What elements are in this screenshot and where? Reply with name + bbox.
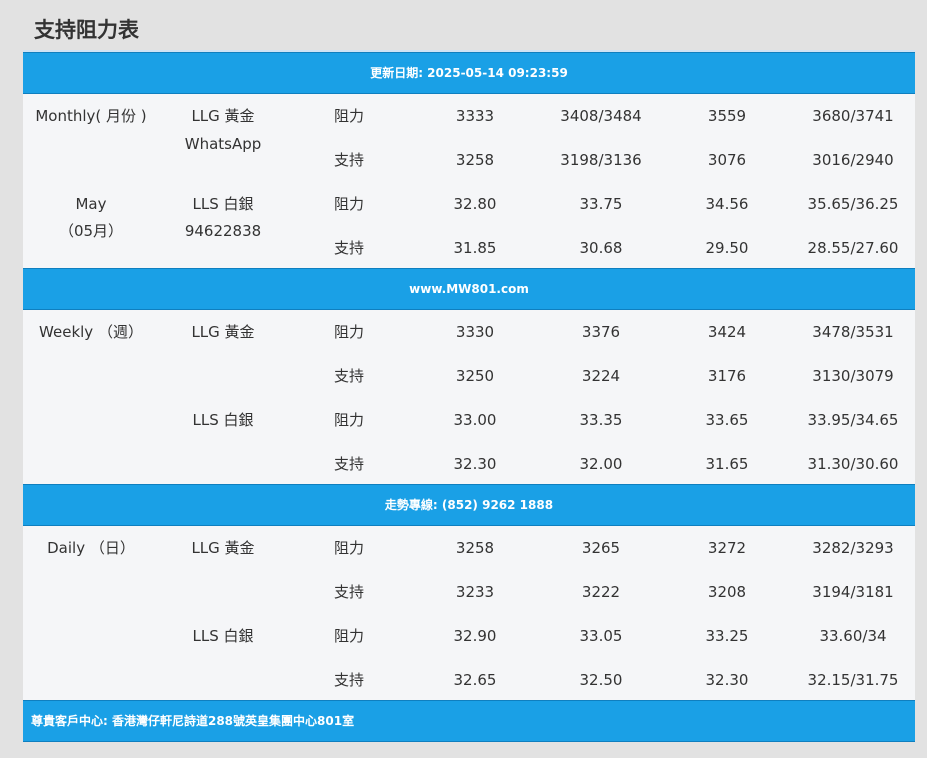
value-cell: 3282/3293 xyxy=(812,539,894,557)
value-cell: 34.56 xyxy=(705,195,749,213)
value-cell: 35.65/36.25 xyxy=(807,195,899,213)
support-resistance-table: 更新日期: 2025-05-14 09:23:59 Monthly( 月份 ) … xyxy=(23,50,915,742)
value-cell: 3408/3484 xyxy=(560,107,642,125)
value-cell: 32.90 xyxy=(453,627,497,645)
daily-section: Daily （日） LLG 黃金 LLS 白銀 阻力 3258 3265 3272 32… xyxy=(23,526,915,700)
silver-label: LLS 白銀 xyxy=(192,411,254,429)
value-cell: 3016/2940 xyxy=(812,151,894,169)
value-cell: 33.95/34.65 xyxy=(807,411,899,429)
value-cell: 30.68 xyxy=(579,239,623,257)
value-cell: 3233 xyxy=(455,583,495,601)
whatsapp-label: WhatsApp xyxy=(184,135,262,153)
page-title: 支持阻力表 xyxy=(34,18,139,42)
value-cell: 3222 xyxy=(581,583,621,601)
gold-label: LLG 黃金 xyxy=(191,107,255,125)
value-cell: 3559 xyxy=(707,107,747,125)
value-cell: 32.30 xyxy=(705,671,749,689)
value-cell: 3224 xyxy=(581,367,621,385)
website-bar: www.MW801.com xyxy=(23,268,915,310)
value-cell: 3130/3079 xyxy=(812,367,894,385)
row-type-label: 阻力 xyxy=(333,539,364,557)
value-cell: 3265 xyxy=(581,539,621,557)
row-type-label: 支持 xyxy=(333,367,364,385)
value-cell: 3258 xyxy=(455,539,495,557)
value-cell: 31.30/30.60 xyxy=(807,455,899,473)
value-cell: 32.00 xyxy=(579,455,623,473)
row-type-label: 阻力 xyxy=(333,627,364,645)
row-type-label: 支持 xyxy=(333,455,364,473)
value-cell: 32.65 xyxy=(453,671,497,689)
value-cell: 3250 xyxy=(455,367,495,385)
value-cell: 33.65 xyxy=(705,411,749,429)
value-cell: 29.50 xyxy=(705,239,749,257)
value-cell: 32.80 xyxy=(453,195,497,213)
value-cell: 3330 xyxy=(455,323,495,341)
gold-label: LLG 黃金 xyxy=(191,323,255,341)
row-type-label: 支持 xyxy=(333,239,364,257)
value-cell: 3272 xyxy=(707,539,747,557)
period-label: Daily （日） xyxy=(47,539,135,557)
row-type-label: 阻力 xyxy=(333,195,364,213)
value-cell: 33.05 xyxy=(579,627,623,645)
value-cell: 33.60/34 xyxy=(819,627,887,645)
row-type-label: 支持 xyxy=(333,151,364,169)
row-type-label: 阻力 xyxy=(333,411,364,429)
value-cell: 3208 xyxy=(707,583,747,601)
whatsapp-number: 94622838 xyxy=(184,222,262,240)
value-cell: 3478/3531 xyxy=(812,323,894,341)
silver-label: LLS 白銀 xyxy=(192,627,254,645)
value-cell: 31.65 xyxy=(705,455,749,473)
gold-label: LLG 黃金 xyxy=(191,539,255,557)
value-cell: 3198/3136 xyxy=(560,151,642,169)
period-month: May xyxy=(75,195,107,213)
monthly-section: Monthly( 月份 ) May （05月） LLG 黃金 WhatsApp … xyxy=(23,50,915,268)
value-cell: 3680/3741 xyxy=(812,107,894,125)
value-cell: 33.75 xyxy=(579,195,623,213)
value-cell: 28.55/27.60 xyxy=(807,239,899,257)
weekly-section: Weekly （週） LLG 黃金 LLS 白銀 阻力 3330 3376 3424 3… xyxy=(23,310,915,484)
value-cell: 32.50 xyxy=(579,671,623,689)
period-month-cn: （05月） xyxy=(58,222,124,240)
value-cell: 33.25 xyxy=(705,627,749,645)
value-cell: 3333 xyxy=(455,107,495,125)
value-cell: 32.15/31.75 xyxy=(807,671,899,689)
customer-center-bar: 尊貴客戶中心: 香港灣仔軒尼詩道288號英皇集團中心801室 xyxy=(23,700,915,742)
value-cell: 3176 xyxy=(707,367,747,385)
silver-label: LLS 白銀 xyxy=(192,195,254,213)
value-cell: 3424 xyxy=(707,323,747,341)
hotline-bar: 走勢專線: (852) 9262 1888 xyxy=(23,484,915,526)
row-type-label: 支持 xyxy=(333,583,364,601)
value-cell: 3076 xyxy=(707,151,747,169)
period-label: Monthly( 月份 ) xyxy=(35,107,147,125)
value-cell: 33.35 xyxy=(579,411,623,429)
period-label: Weekly （週） xyxy=(39,323,143,341)
value-cell: 3194/3181 xyxy=(812,583,894,601)
value-cell: 32.30 xyxy=(453,455,497,473)
row-type-label: 阻力 xyxy=(333,107,364,125)
value-cell: 3376 xyxy=(581,323,621,341)
row-type-label: 阻力 xyxy=(333,323,364,341)
value-cell: 3258 xyxy=(455,151,495,169)
value-cell: 31.85 xyxy=(453,239,497,257)
row-type-label: 支持 xyxy=(333,671,364,689)
value-cell: 33.00 xyxy=(453,411,497,429)
